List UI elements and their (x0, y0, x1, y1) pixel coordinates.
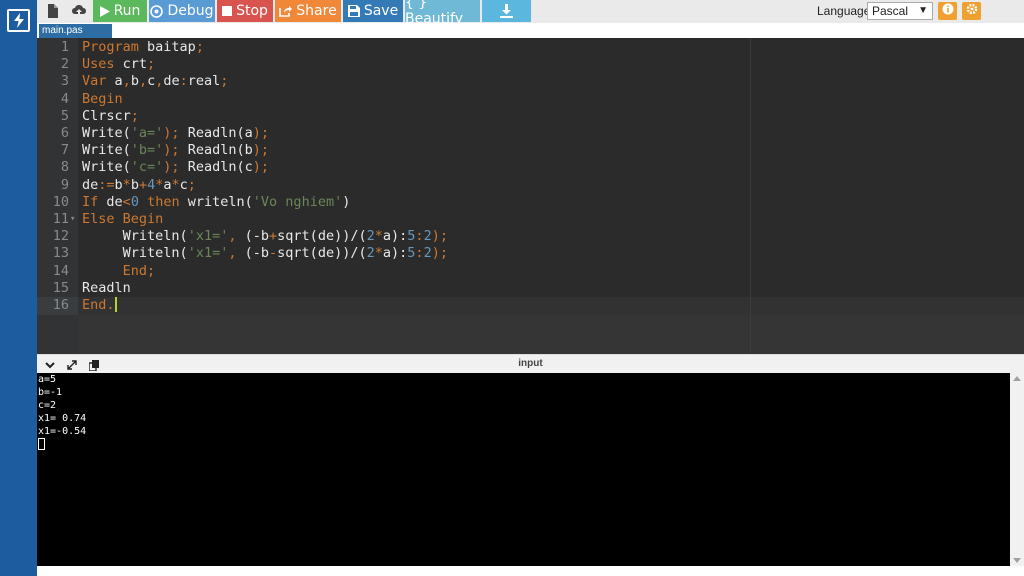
file-tab-main[interactable]: main.pas (39, 24, 112, 38)
beautify-button[interactable]: { } Beautify (405, 0, 480, 27)
upload-button[interactable] (66, 0, 92, 22)
stop-icon (222, 6, 233, 16)
code-line[interactable]: 15 Readln (37, 280, 1024, 297)
scroll-up-icon[interactable] (1013, 376, 1021, 381)
line-number: 2 (60, 56, 69, 73)
line-number: 14 (52, 262, 69, 279)
new-file-icon (47, 4, 59, 18)
bug-icon (150, 4, 164, 18)
line-number: 16 (52, 297, 69, 313)
line-number: 1 (60, 39, 69, 55)
code-editor[interactable]: 1 Program baitap; 2 Uses crt; 3 Var a,b,c,de:… (37, 38, 1024, 354)
lightning-icon[interactable] (7, 9, 30, 32)
line-number: 15 (52, 279, 69, 296)
new-file-button[interactable] (40, 0, 66, 22)
save-label: Save (363, 3, 399, 19)
upload-icon (71, 4, 87, 18)
line-number: 12 (52, 228, 69, 245)
language-select[interactable]: Pascal ▼ (867, 2, 933, 20)
console-header: input (37, 354, 1024, 373)
info-button[interactable] (938, 2, 957, 20)
toolbar: Run Debug Stop Share Save { } Beautify L… (37, 0, 1024, 27)
code-line[interactable]: 16 End. (37, 297, 1024, 314)
code-line[interactable]: 6 Write('a='); Readln(a); (37, 125, 1024, 142)
line-number: 9 (60, 176, 69, 193)
line-number: 7 (60, 142, 69, 159)
code-text: Write('c='); Readln(c); (82, 159, 270, 176)
line-number: 13 (52, 245, 69, 262)
share-label: Share (296, 3, 337, 19)
line-number: 10 (52, 193, 69, 210)
line-number: 11 (52, 211, 69, 227)
stop-button[interactable]: Stop (217, 0, 273, 22)
fold-arrow-icon[interactable]: ▾ (70, 211, 75, 228)
code-text: Begin (82, 90, 123, 107)
code-line[interactable]: 2 Uses crt; (37, 56, 1024, 73)
code-text: Uses crt; (82, 56, 156, 73)
save-icon (347, 5, 360, 17)
code-text: Write('a='); Readln(a); (82, 125, 270, 141)
terminal-line: a=5 (38, 374, 57, 385)
run-button[interactable]: Run (93, 0, 147, 22)
line-number: 6 (60, 125, 69, 141)
download-button[interactable] (482, 0, 531, 22)
file-tab-bar: main.pas (37, 23, 1024, 38)
text-cursor (114, 297, 117, 312)
debug-label: Debug (167, 3, 214, 19)
code-text: End. (82, 297, 117, 313)
terminal-line: c=2 (38, 400, 57, 411)
code-text: Program baitap; (82, 39, 204, 55)
share-icon (279, 5, 293, 17)
code-text: Var a,b,c,de:real; (82, 73, 229, 90)
code-line[interactable]: 4 Begin (37, 91, 1024, 108)
settings-button[interactable] (962, 2, 981, 20)
scroll-down-icon[interactable] (1013, 558, 1021, 563)
code-line[interactable]: 7 Write('b='); Readln(b); (37, 142, 1024, 159)
debug-button[interactable]: Debug (149, 0, 215, 22)
line-number: 4 (60, 90, 69, 107)
terminal-line: x1=-0.54 (38, 426, 87, 437)
play-icon (99, 5, 110, 17)
terminal-line: b=-1 (38, 387, 63, 398)
stop-label: Stop (236, 3, 268, 19)
info-icon (942, 2, 954, 20)
code-text: End; (122, 262, 156, 279)
line-number: 8 (60, 159, 69, 176)
console-title: input (518, 358, 543, 369)
line-number: 5 (60, 107, 69, 124)
language-label: Language (817, 4, 871, 18)
language-value: Pascal (872, 4, 909, 18)
code-text: Writeln('x1=', (-b+sqrt(de))/(2*a):5:2); (122, 228, 448, 245)
code-line[interactable]: 8 Write('c='); Readln(c); (37, 159, 1024, 176)
code-text: Else Begin (82, 211, 164, 227)
terminal-line: x1= 0.74 (38, 413, 87, 424)
download-icon (500, 4, 513, 18)
code-line[interactable]: 1 Program baitap; (37, 39, 1024, 56)
code-text: Write('b='); Readln(b); (82, 142, 270, 159)
line-number: 3 (60, 73, 69, 90)
terminal-cursor (38, 438, 45, 450)
output-terminal[interactable]: a=5 b=-1 c=2 x1= 0.74 x1=-0.54 (37, 373, 1010, 566)
share-button[interactable]: Share (275, 0, 341, 22)
code-text: Writeln('x1=', (-b-sqrt(de))/(2*a):5:2); (122, 245, 448, 262)
code-line[interactable]: 13 Writeln('x1=', (-b-sqrt(de))/(2*a):5:… (37, 245, 1024, 262)
code-line[interactable]: 11 ▾ Else Begin (37, 211, 1024, 228)
code-line[interactable]: 14 End; (37, 263, 1024, 280)
gear-icon (966, 2, 978, 20)
code-line[interactable]: 9 de:=b*b+4*a*c; (37, 177, 1024, 194)
chevron-down-icon: ▼ (918, 5, 928, 16)
code-line[interactable]: 5 Clrscr; (37, 108, 1024, 125)
code-text: Readln (82, 279, 131, 296)
code-line[interactable]: 10 If de<0 then writeln('Vo nghiem') (37, 194, 1024, 211)
save-button[interactable]: Save (343, 0, 403, 22)
code-line[interactable]: 3 Var a,b,c,de:real; (37, 73, 1024, 90)
run-label: Run (113, 3, 141, 19)
code-text: de:=b*b+4*a*c; (82, 176, 196, 193)
code-line[interactable]: 12 Writeln('x1=', (-b+sqrt(de))/(2*a):5:… (37, 228, 1024, 245)
code-text: If de<0 then writeln('Vo nghiem') (82, 193, 351, 210)
brand-sidebar (0, 0, 37, 576)
code-text: Clrscr; (82, 107, 139, 124)
terminal-scrollbar[interactable] (1010, 373, 1024, 566)
